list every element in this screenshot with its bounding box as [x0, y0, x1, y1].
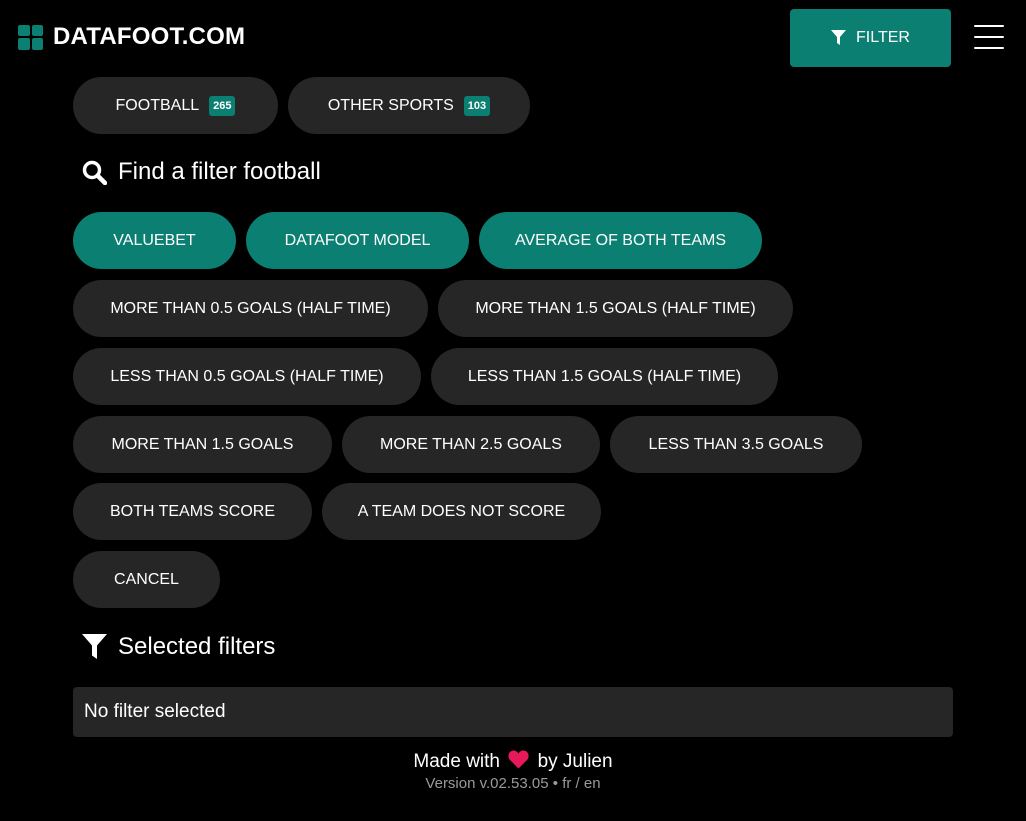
search-icon — [82, 160, 107, 185]
filter-label: AVERAGE OF BOTH TEAMS — [515, 231, 726, 249]
filter-more-than-2-5[interactable]: MORE THAN 2.5 GOALS — [342, 416, 600, 473]
filter-average-of-both-teams[interactable]: AVERAGE OF BOTH TEAMS — [479, 212, 762, 269]
find-filter-title: Find a filter football — [118, 158, 321, 185]
brand[interactable]: DATAFOOT.COM — [18, 23, 245, 51]
tab-other-sports[interactable]: OTHER SPORTS 103 — [288, 77, 530, 134]
filter-label: MORE THAN 1.5 GOALS (HALF TIME) — [475, 299, 756, 317]
made-with-text: Made with — [413, 751, 501, 772]
tab-other-sports-label: OTHER SPORTS — [327, 96, 454, 114]
filter-label: LESS THAN 0.5 GOALS (HALF TIME) — [110, 367, 384, 385]
heart-icon — [508, 750, 529, 769]
footer-version: Version v.02.53.05 • fr / en — [0, 775, 1026, 792]
filter-label: A TEAM DOES NOT SCORE — [357, 502, 566, 520]
filter-more-than-1-5-ht[interactable]: MORE THAN 1.5 GOALS (HALF TIME) — [438, 280, 793, 337]
lang-separator: / — [575, 775, 580, 792]
selected-filters-list: No filter selected — [73, 687, 953, 737]
filter-label: BOTH TEAMS SCORE — [109, 502, 276, 520]
filter-label: VALUEBET — [113, 231, 196, 249]
empty-filters-text: No filter selected — [84, 701, 226, 722]
filter-more-than-0-5-ht[interactable]: MORE THAN 0.5 GOALS (HALF TIME) — [73, 280, 428, 337]
version-text: Version v.02.53.05 — [425, 775, 549, 792]
tab-football[interactable]: FOOTBALL 265 — [73, 77, 278, 134]
separator-dot: • — [552, 775, 559, 792]
funnel-icon — [831, 30, 847, 45]
filter-label: MORE THAN 1.5 GOALS — [111, 435, 294, 453]
brand-name: DATAFOOT.COM — [53, 23, 246, 50]
lang-fr-link[interactable]: fr — [562, 775, 571, 792]
cancel-label: CANCEL — [114, 570, 179, 588]
author-text: by Julien — [537, 751, 613, 772]
filter-label: MORE THAN 2.5 GOALS — [380, 435, 562, 453]
filter-less-than-0-5-ht[interactable]: LESS THAN 0.5 GOALS (HALF TIME) — [73, 348, 421, 405]
top-bar: DATAFOOT.COM FILTER — [0, 0, 1026, 76]
filter-both-teams-score[interactable]: BOTH TEAMS SCORE — [73, 483, 312, 540]
selected-filters-title: Selected filters — [118, 633, 276, 660]
find-filter-heading: Find a filter football — [82, 158, 321, 186]
filter-less-than-1-5-ht[interactable]: LESS THAN 1.5 GOALS (HALF TIME) — [431, 348, 778, 405]
footer-credit: Made with by Julien — [0, 750, 1026, 773]
filter-valuebet[interactable]: VALUEBET — [73, 212, 236, 269]
filter-label: LESS THAN 3.5 GOALS — [648, 435, 824, 453]
filter-less-than-3-5[interactable]: LESS THAN 3.5 GOALS — [610, 416, 862, 473]
selected-filters-heading: Selected filters — [82, 633, 275, 661]
filter-label: MORE THAN 0.5 GOALS (HALF TIME) — [110, 299, 391, 317]
hamburger-icon[interactable] — [974, 25, 1004, 49]
filter-label: DATAFOOT MODEL — [284, 231, 431, 249]
lang-en-link[interactable]: en — [584, 775, 601, 792]
grid-logo-icon — [18, 24, 43, 50]
filter-more-than-1-5[interactable]: MORE THAN 1.5 GOALS — [73, 416, 332, 473]
filter-button-label: FILTER — [856, 29, 910, 46]
funnel-icon — [82, 634, 107, 659]
cancel-button[interactable]: CANCEL — [73, 551, 220, 608]
filter-label: LESS THAN 1.5 GOALS (HALF TIME) — [467, 367, 742, 385]
count-badge: 103 — [463, 95, 491, 116]
count-badge: 265 — [209, 95, 236, 116]
filter-datafoot-model[interactable]: DATAFOOT MODEL — [246, 212, 469, 269]
filter-team-does-not-score[interactable]: A TEAM DOES NOT SCORE — [322, 483, 601, 540]
tab-football-label: FOOTBALL — [115, 96, 200, 114]
filter-button[interactable]: FILTER — [790, 9, 951, 67]
